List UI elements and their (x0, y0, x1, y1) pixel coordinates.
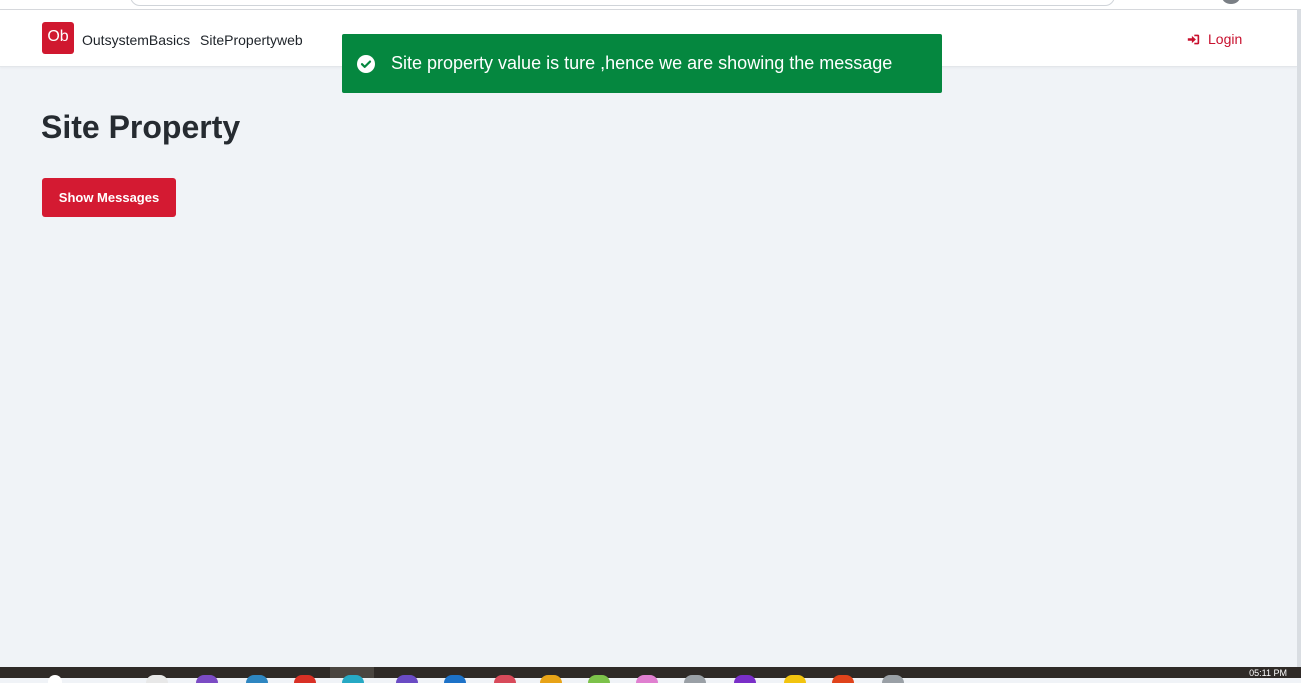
nav-item-sitepropertyweb[interactable]: SitePropertyweb (200, 32, 303, 48)
address-bar-edge (130, 0, 1115, 6)
window-edge (1297, 10, 1301, 667)
taskbar-app-icon[interactable] (196, 675, 218, 683)
taskbar-app-icon[interactable] (636, 675, 658, 683)
browser-chrome-edge (0, 0, 1301, 10)
taskbar-app-icon[interactable] (684, 675, 706, 683)
page-title: Site Property (41, 109, 241, 145)
toast-message: Site property value is ture ,hence we ar… (391, 53, 893, 73)
taskbar-app-icon[interactable] (294, 675, 316, 683)
sign-in-icon (1187, 34, 1200, 44)
taskbar-app-icon[interactable] (734, 675, 756, 683)
app-name-link[interactable]: OutsystemBasics (82, 32, 190, 48)
taskbar-clock[interactable]: 05:11 PM (1249, 669, 1287, 678)
taskbar-app-icon[interactable] (48, 675, 62, 683)
taskbar-app-icon[interactable] (444, 675, 466, 683)
taskbar-app-icon[interactable] (540, 675, 562, 683)
login-link[interactable]: Login (1187, 31, 1242, 47)
login-label: Login (1208, 31, 1243, 47)
success-toast[interactable]: Site property value is ture ,hence we ar… (342, 34, 942, 93)
app-logo[interactable]: Ob (42, 22, 74, 54)
taskbar-app-icon[interactable] (588, 675, 610, 683)
taskbar-app-icon[interactable] (342, 675, 364, 683)
taskbar-app-icon[interactable] (784, 675, 806, 683)
taskbar-app-icon[interactable] (882, 675, 904, 683)
taskbar-app-icon[interactable] (494, 675, 516, 683)
check-circle-icon (357, 54, 375, 73)
taskbar-app-icon[interactable] (246, 675, 268, 683)
taskbar-app-icon[interactable] (146, 675, 168, 683)
taskbar-app-icon[interactable] (396, 675, 418, 683)
show-messages-button[interactable]: Show Messages (42, 178, 176, 217)
taskbar-app-icon[interactable] (832, 675, 854, 683)
os-taskbar: 05:11 PM (0, 667, 1301, 683)
profile-icon (1222, 0, 1240, 4)
